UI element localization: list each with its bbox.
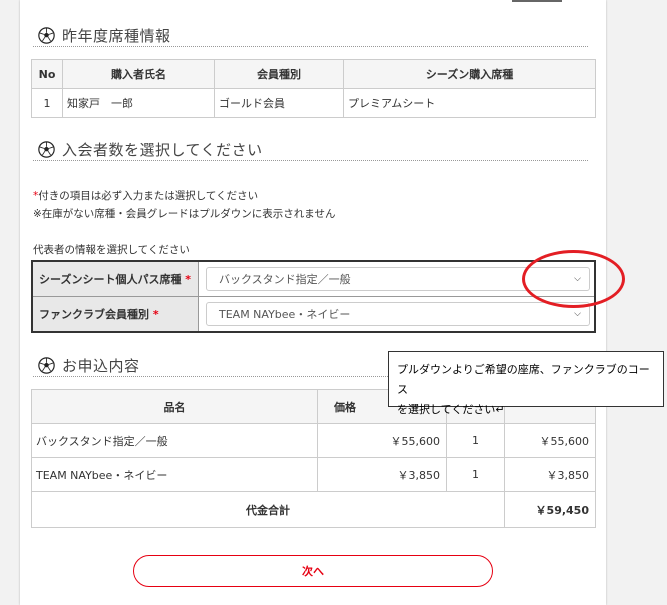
total-value: ￥59,450	[504, 491, 596, 528]
club-type-cell: TEAM NAYbee・ネイビー ⌵	[198, 296, 596, 333]
cell-member-type: ゴールド会員	[214, 88, 344, 118]
callout-line-1: プルダウンよりご希望の座席、ファンクラブのコース	[397, 363, 650, 396]
section-divider	[33, 46, 588, 47]
table-total-row: 代金合計 ￥59,450	[31, 491, 596, 528]
soccer-ball-icon	[38, 356, 55, 374]
representative-form-table: シーズンシート個人パス席種 * バックスタンド指定／一般 ⌵ ファンクラブ会員種…	[31, 260, 596, 333]
column-header-no: No	[31, 59, 63, 89]
section-divider	[33, 160, 588, 161]
required-note-text: 付きの項目は必ず入力または選択してください	[38, 190, 259, 202]
annotation-callout: プルダウンよりご希望の座席、ファンクラブのコース を選択してください↵	[388, 351, 664, 416]
cell-no: 1	[31, 88, 63, 118]
cell-quantity: 1	[446, 457, 505, 492]
required-note: *付きの項目は必ず入力または選択してください	[33, 188, 258, 203]
club-type-label: ファンクラブ会員種別 *	[31, 296, 199, 333]
column-header-member-type: 会員種別	[214, 59, 344, 89]
total-label: 代金合計	[31, 491, 505, 528]
table-row: TEAM NAYbee・ネイビー ￥3,850 1 ￥3,850	[31, 457, 596, 492]
cell-subtotal: ￥55,600	[504, 423, 596, 458]
table-row: バックスタンド指定／一般 ￥55,600 1 ￥55,600	[31, 423, 596, 458]
cell-subtotal: ￥3,850	[504, 457, 596, 492]
table-row: 1 知家戸 一郎 ゴールド会員 プレミアムシート	[31, 88, 596, 118]
page-background-right	[606, 0, 667, 605]
column-header-buyer: 購入者氏名	[62, 59, 215, 89]
column-header-item: 品名	[31, 389, 318, 424]
section-title-text: 入会者数を選択してください	[62, 140, 263, 159]
cell-item-name: バックスタンド指定／一般	[31, 423, 318, 458]
stock-note: ※在庫がない席種・会員グレードはプルダウンに表示されません	[33, 208, 336, 220]
soccer-ball-icon	[38, 140, 55, 158]
club-type-selected-value: TEAM NAYbee・ネイビー	[219, 308, 351, 321]
cell-quantity: 1	[446, 423, 505, 458]
section-title-members: 入会者数を選択してください	[38, 138, 263, 160]
seat-type-label: シーズンシート個人パス席種 *	[31, 260, 199, 297]
annotation-ellipse	[522, 250, 625, 308]
cell-price: ￥3,850	[317, 457, 447, 492]
section-title-order: お申込内容	[38, 354, 140, 376]
cell-season-seat: プレミアムシート	[343, 88, 596, 118]
form-row-seat: シーズンシート個人パス席種 * バックスタンド指定／一般 ⌵	[31, 260, 596, 297]
top-edge-element	[512, 0, 562, 2]
seat-type-label-text: シーズンシート個人パス席種	[39, 273, 182, 286]
seat-type-selected-value: バックスタンド指定／一般	[219, 273, 351, 286]
club-type-label-text: ファンクラブ会員種別	[39, 308, 149, 321]
page-background-left	[0, 0, 20, 605]
form-row-club: ファンクラブ会員種別 * TEAM NAYbee・ネイビー ⌵	[31, 296, 596, 333]
representative-label: 代表者の情報を選択してください	[33, 244, 190, 256]
required-mark: *	[152, 308, 159, 321]
cell-buyer-name: 知家戸 一郎	[62, 88, 215, 118]
next-button[interactable]: 次へ	[133, 555, 493, 587]
required-mark: *	[185, 273, 192, 286]
chevron-down-icon: ⌵	[574, 309, 581, 319]
club-type-select[interactable]: TEAM NAYbee・ネイビー ⌵	[206, 302, 590, 326]
soccer-ball-icon	[38, 26, 55, 44]
cell-item-name: TEAM NAYbee・ネイビー	[31, 457, 318, 492]
previous-seat-table: No 購入者氏名 会員種別 シーズン購入席種 1 知家戸 一郎 ゴールド会員 プ…	[31, 59, 596, 118]
callout-line-2: を選択してください↵	[397, 403, 505, 416]
section-title-text: お申込内容	[62, 356, 140, 375]
section-title-text: 昨年度席種情報	[62, 26, 171, 45]
column-header-season-seat: シーズン購入席種	[343, 59, 596, 89]
cell-price: ￥55,600	[317, 423, 447, 458]
table-header-row: No 購入者氏名 会員種別 シーズン購入席種	[31, 59, 596, 89]
section-title-previous: 昨年度席種情報	[38, 24, 171, 46]
